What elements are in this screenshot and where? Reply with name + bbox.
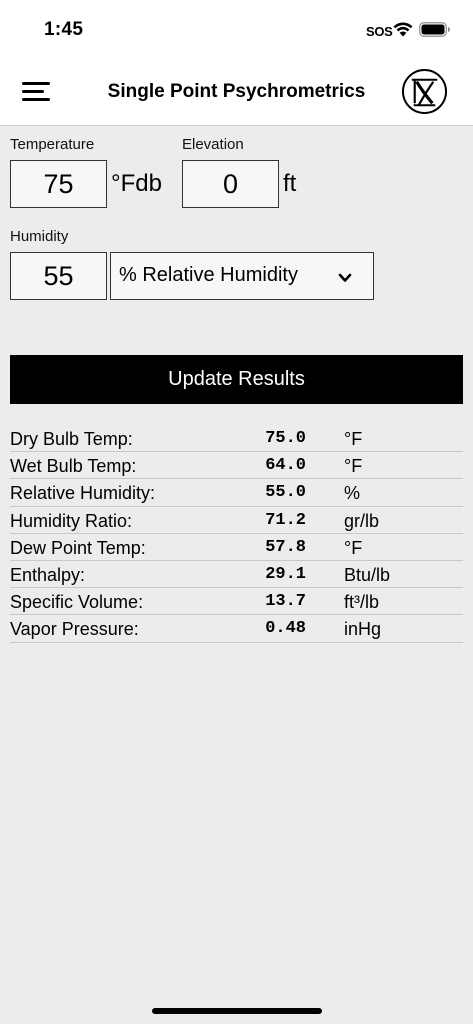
wifi-icon <box>393 22 413 37</box>
result-value: 64.0 <box>265 456 306 476</box>
nav-bar: Single Point Psychrometrics <box>0 60 473 126</box>
temperature-unit: °Fdb <box>111 170 162 197</box>
result-unit: gr/lb <box>344 510 380 531</box>
status-time: 1:45 <box>44 19 84 40</box>
result-label: Wet Bulb Temp: <box>10 456 137 477</box>
result-label: Vapor Pressure: <box>10 619 139 640</box>
result-label: Relative Humidity: <box>10 483 156 504</box>
temperature-input[interactable]: 75 <box>10 160 107 208</box>
result-unit: inHg <box>344 619 382 640</box>
result-label: Humidity Ratio: <box>10 510 133 531</box>
result-value: 29.1 <box>265 564 306 584</box>
status-sos: SOS <box>366 24 393 39</box>
chevron-down-icon <box>338 273 352 282</box>
result-unit: °F <box>344 456 363 477</box>
result-unit: ft³/lb <box>344 592 380 613</box>
result-row-dew-point: Dew Point Temp: 57.8 °F <box>10 534 463 561</box>
result-label: Dew Point Temp: <box>10 537 146 558</box>
result-value: 57.8 <box>265 537 306 557</box>
humidity-type-select[interactable]: % Relative Humidity <box>110 252 374 300</box>
elevation-input[interactable]: 0 <box>182 160 279 208</box>
result-row-vapor-pressure: Vapor Pressure: 0.48 inHg <box>10 615 463 643</box>
temperature-label: Temperature <box>10 136 95 153</box>
humidity-type-selected: % Relative Humidity <box>119 264 298 286</box>
result-label: Enthalpy: <box>10 564 86 585</box>
result-value: 71.2 <box>265 510 306 530</box>
humidity-label: Humidity <box>10 228 69 245</box>
result-value: 55.0 <box>265 483 306 503</box>
result-row-enthalpy: Enthalpy: 29.1 Btu/lb <box>10 561 463 589</box>
result-row-humidity-ratio: Humidity Ratio: 71.2 gr/lb <box>10 507 463 534</box>
result-unit: % <box>344 483 361 504</box>
results-table: Dry Bulb Temp: 75.0 °F Wet Bulb Temp: 64… <box>10 425 463 643</box>
result-row-dry-bulb: Dry Bulb Temp: 75.0 °F <box>10 425 463 453</box>
result-value: 0.48 <box>265 619 306 639</box>
elevation-unit: ft <box>283 170 297 197</box>
x-logo-icon[interactable] <box>401 68 448 115</box>
result-row-relative-humidity: Relative Humidity: 55.0 % <box>10 479 463 507</box>
result-unit: °F <box>344 429 363 449</box>
result-unit: °F <box>344 537 363 558</box>
elevation-label: Elevation <box>182 136 244 153</box>
update-results-button[interactable]: Update Results <box>10 355 463 404</box>
status-bar: 1:45 SOS <box>0 0 473 60</box>
result-value: 75.0 <box>265 429 306 448</box>
result-label: Dry Bulb Temp: <box>10 429 133 449</box>
result-row-wet-bulb: Wet Bulb Temp: 64.0 °F <box>10 452 463 480</box>
battery-icon <box>419 22 450 37</box>
home-indicator[interactable] <box>152 1008 322 1014</box>
result-row-specific-volume: Specific Volume: 13.7 ft³/lb <box>10 588 463 616</box>
humidity-input[interactable]: 55 <box>10 252 107 300</box>
result-unit: Btu/lb <box>344 564 391 585</box>
result-value: 13.7 <box>265 592 306 612</box>
result-label: Specific Volume: <box>10 592 144 613</box>
